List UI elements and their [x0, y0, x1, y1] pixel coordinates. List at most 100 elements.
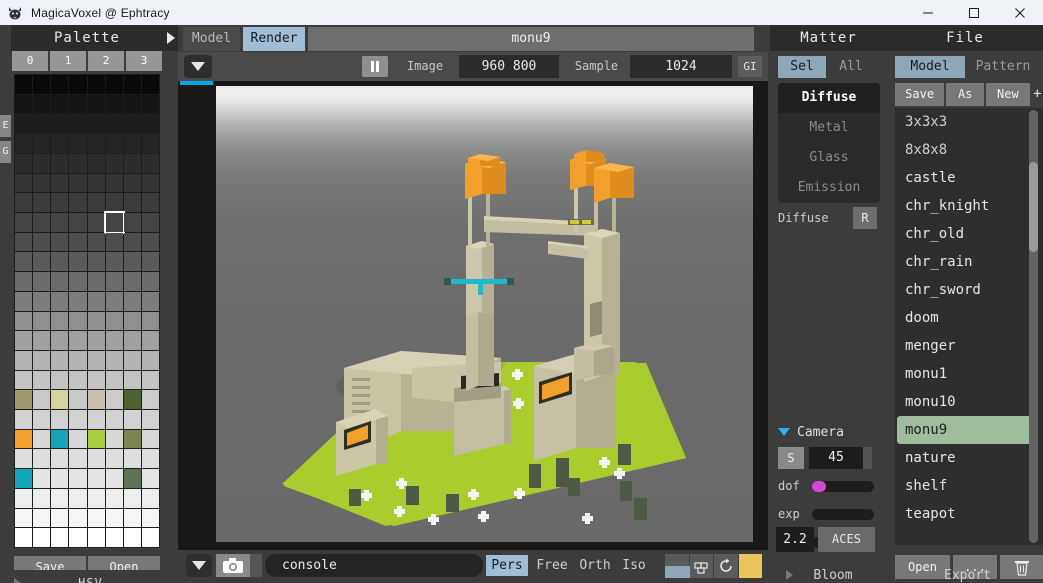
camera-fov-value[interactable]: 45 [809, 447, 863, 469]
palette-swatch[interactable] [15, 312, 32, 331]
palette-swatch[interactable] [33, 134, 50, 153]
palette-swatch[interactable] [51, 213, 68, 232]
palette-swatch[interactable] [15, 469, 32, 488]
camera-section-header[interactable]: Camera [778, 423, 844, 441]
bloom-section-toggle[interactable]: Bloom [770, 565, 887, 583]
palette-swatch[interactable] [142, 312, 159, 331]
palette-swatch[interactable] [33, 371, 50, 390]
palette-swatch[interactable] [51, 114, 68, 133]
palette-swatch[interactable] [15, 154, 32, 173]
palette-swatch[interactable] [106, 154, 123, 173]
matter-reset-button[interactable]: R [853, 207, 877, 229]
palette-swatch[interactable] [15, 134, 32, 153]
palette-swatch[interactable] [124, 390, 141, 409]
palette-swatch[interactable] [142, 449, 159, 468]
matter-type-glass[interactable]: Glass [778, 143, 880, 173]
file-list-item[interactable]: chr_knight [895, 192, 1043, 220]
image-size-value[interactable]: 960 800 [459, 55, 559, 78]
palette-swatch[interactable] [88, 114, 105, 133]
palette-swatch[interactable] [106, 430, 123, 449]
hsv-section-toggle[interactable]: HSV [0, 570, 178, 583]
palette-swatch[interactable] [106, 193, 123, 212]
palette-swatch[interactable] [51, 312, 68, 331]
palette-swatch[interactable] [69, 331, 86, 350]
close-button[interactable] [997, 0, 1043, 25]
minimize-button[interactable] [905, 0, 951, 25]
palette-swatch[interactable] [88, 134, 105, 153]
file-new-button[interactable]: New [986, 83, 1030, 106]
palette-expand-arrow[interactable] [163, 25, 178, 51]
palette-swatch[interactable] [88, 252, 105, 271]
palette-swatch[interactable] [15, 528, 32, 547]
palette-swatch[interactable] [69, 469, 86, 488]
palette-swatch[interactable] [124, 134, 141, 153]
camera-snapshot-button[interactable] [216, 554, 250, 577]
file-list-item[interactable]: chr_rain [895, 248, 1043, 276]
palette-swatch[interactable] [33, 509, 50, 528]
color-swatch-icon[interactable] [739, 554, 763, 578]
palette-swatch[interactable] [124, 213, 141, 232]
palette-swatch[interactable] [51, 449, 68, 468]
palette-swatch[interactable] [88, 213, 105, 232]
palette-swatch[interactable] [124, 528, 141, 547]
palette-swatch[interactable] [69, 95, 86, 114]
palette-swatch[interactable] [51, 351, 68, 370]
palette-swatch[interactable] [33, 410, 50, 429]
palette-swatch[interactable] [33, 114, 50, 133]
palette-swatch[interactable] [124, 312, 141, 331]
palette-swatch[interactable] [69, 528, 86, 547]
matter-scope-all[interactable]: All [826, 56, 876, 78]
palette-swatch[interactable] [69, 351, 86, 370]
palette-swatch[interactable] [33, 174, 50, 193]
palette-swatch[interactable] [142, 114, 159, 133]
palette-swatch[interactable] [106, 509, 123, 528]
palette-swatch[interactable] [15, 331, 32, 350]
palette-swatch[interactable] [142, 371, 159, 390]
palette-swatch[interactable] [15, 75, 32, 94]
edge-tab-g[interactable]: G [0, 141, 11, 163]
palette-swatch[interactable] [15, 114, 32, 133]
palette-swatch[interactable] [33, 233, 50, 252]
camera-mode-free[interactable]: Free [531, 555, 573, 576]
render-options-dropdown[interactable] [184, 55, 212, 78]
palette-swatch[interactable] [69, 114, 86, 133]
file-list-item[interactable]: monu1 [895, 360, 1043, 388]
palette-swatch[interactable] [88, 272, 105, 291]
palette-swatch[interactable] [88, 430, 105, 449]
palette-swatch[interactable] [88, 390, 105, 409]
file-list-item[interactable]: shelf [895, 472, 1043, 500]
palette-swatch[interactable] [124, 509, 141, 528]
palette-swatch[interactable] [106, 213, 123, 232]
palette-swatch[interactable] [69, 213, 86, 232]
palette-swatch[interactable] [15, 95, 32, 114]
palette-swatch[interactable] [124, 154, 141, 173]
palette-swatch[interactable] [142, 469, 159, 488]
palette-swatch[interactable] [33, 430, 50, 449]
palette-swatch[interactable] [51, 430, 68, 449]
palette-swatch[interactable] [142, 154, 159, 173]
palette-swatch[interactable] [15, 371, 32, 390]
palette-swatch[interactable] [142, 528, 159, 547]
palette-swatch[interactable] [69, 272, 86, 291]
palette-swatch[interactable] [69, 449, 86, 468]
palette-swatch[interactable] [106, 410, 123, 429]
palette-swatch[interactable] [33, 469, 50, 488]
palette-swatch[interactable] [51, 233, 68, 252]
palette-swatch[interactable] [106, 75, 123, 94]
camera-mode-pers[interactable]: Pers [486, 555, 528, 576]
palette-swatch[interactable] [51, 292, 68, 311]
palette-swatch[interactable] [69, 134, 86, 153]
file-list-item[interactable]: monu10 [895, 388, 1043, 416]
palette-swatch[interactable] [106, 292, 123, 311]
palette-swatch[interactable] [69, 509, 86, 528]
palette-swatch[interactable] [142, 331, 159, 350]
palette-swatch[interactable] [106, 469, 123, 488]
palette-swatch[interactable] [142, 272, 159, 291]
palette-swatch[interactable] [51, 331, 68, 350]
file-list-item[interactable]: chr_old [895, 220, 1043, 248]
palette-col-1[interactable]: 1 [50, 51, 86, 71]
palette-swatch[interactable] [33, 331, 50, 350]
palette-swatch[interactable] [142, 233, 159, 252]
palette-swatch[interactable] [69, 75, 86, 94]
palette-swatch[interactable] [51, 134, 68, 153]
